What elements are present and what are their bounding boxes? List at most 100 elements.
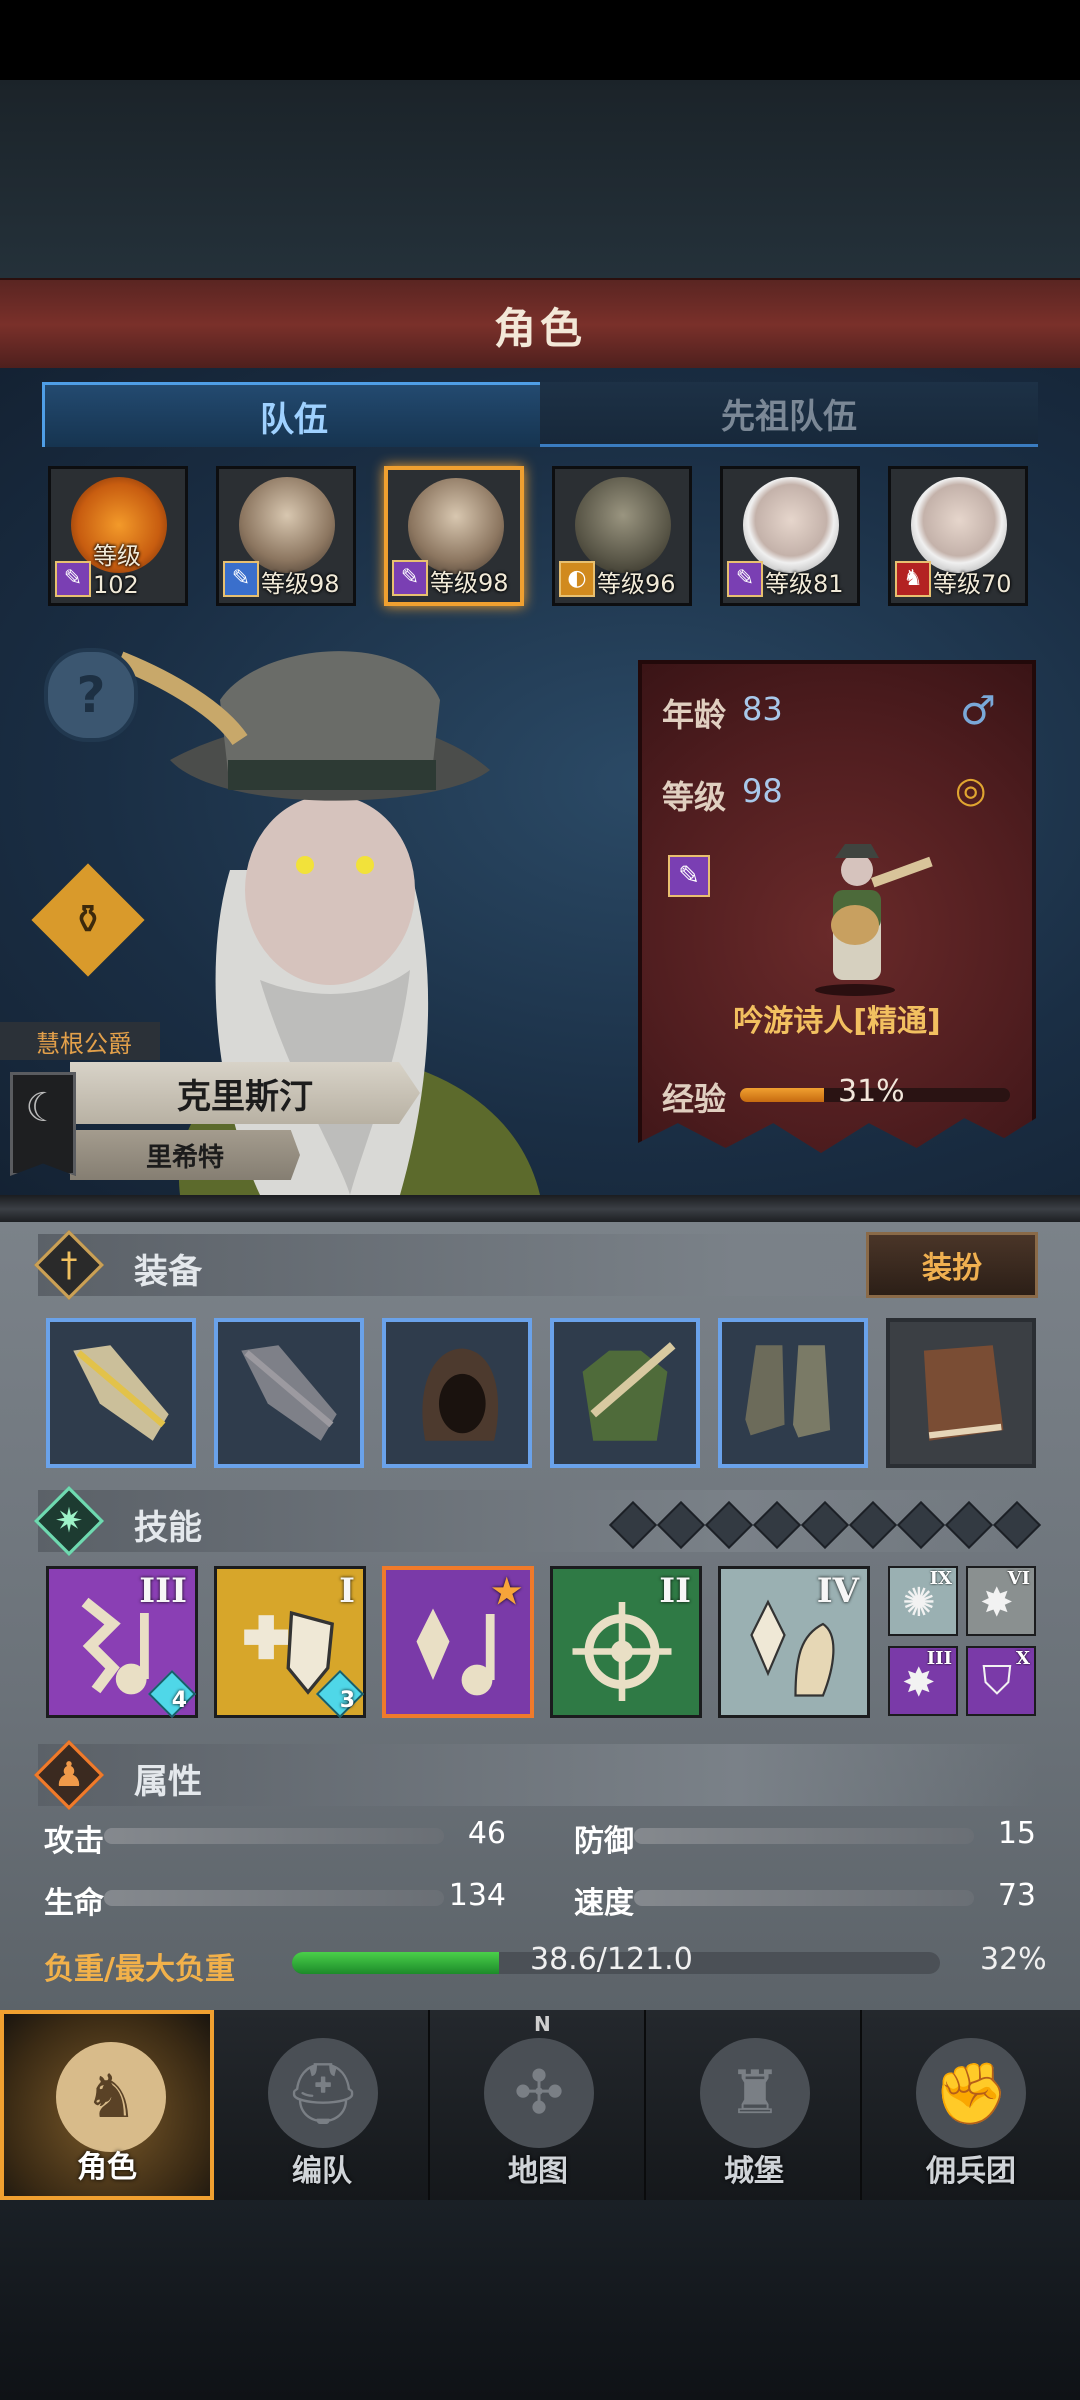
staff-icon: ✎ bbox=[55, 561, 91, 597]
title-banner: 角色 bbox=[0, 278, 1080, 374]
nav-map[interactable]: ✣ 地图 bbox=[432, 2010, 646, 2200]
stat-value: 46 bbox=[467, 1816, 506, 1851]
skill-rank: IV bbox=[816, 1571, 859, 1611]
nav-label: 佣兵团 bbox=[926, 2154, 1016, 2189]
stat-defense: 防御 15 bbox=[574, 1816, 1036, 1859]
skill-gem-count: 4 bbox=[171, 1688, 187, 1713]
hero-level: 等级81 bbox=[765, 570, 844, 598]
nav-castle[interactable]: ♜ 城堡 bbox=[648, 2010, 862, 2200]
person-icon: ♟ bbox=[53, 1755, 85, 1795]
roster-hero-1[interactable]: ✎ 等级102 bbox=[48, 466, 188, 606]
exp-label: 经验 bbox=[662, 1080, 727, 1118]
hero-level: 等级98 bbox=[261, 570, 340, 598]
beast-icon: ♞ bbox=[895, 561, 931, 597]
equip-slot-boots[interactable] bbox=[718, 1318, 868, 1468]
tunic-icon bbox=[582, 1342, 676, 1441]
gauntlet-weapon-icon bbox=[73, 1345, 169, 1441]
passive-skill-3[interactable]: ✸ III bbox=[888, 1646, 958, 1716]
skill-rank: VI bbox=[1007, 1568, 1030, 1589]
fist-icon: ✊ bbox=[916, 2038, 1026, 2148]
knight-icon: ♞ bbox=[56, 2042, 166, 2152]
sword-icon: ✎ bbox=[223, 561, 259, 597]
age-value: 83 bbox=[742, 690, 783, 728]
nav-label: 地图 bbox=[508, 2154, 568, 2189]
skill-rank: I bbox=[339, 1571, 355, 1611]
dress-button[interactable]: 装扮 bbox=[866, 1232, 1038, 1298]
level-label: 等级 bbox=[662, 778, 727, 816]
nav-character[interactable]: ♞ 角色 bbox=[0, 2010, 214, 2200]
skills-title: 技能 bbox=[134, 1508, 202, 1548]
hero-portrait bbox=[911, 477, 1007, 573]
hero-portrait bbox=[743, 477, 839, 573]
dagger-icon: † bbox=[60, 1245, 78, 1285]
equip-slot-hood[interactable] bbox=[382, 1318, 532, 1468]
potion-icon: ⚱ bbox=[71, 896, 105, 943]
skill-gem-count: 3 bbox=[339, 1688, 355, 1713]
castle-icon: ♜ bbox=[700, 2038, 810, 2148]
faction-emblem-icon: ☾ bbox=[10, 1072, 76, 1176]
status-bar bbox=[0, 0, 1080, 80]
load-bar-fill bbox=[292, 1952, 500, 1974]
stat-attack: 攻击 46 bbox=[44, 1816, 506, 1859]
roster-hero-4[interactable]: ◐ 等级96 bbox=[552, 466, 692, 606]
equip-slot-weapon-main[interactable] bbox=[46, 1318, 196, 1468]
skill-rank: III bbox=[139, 1571, 187, 1611]
skill-slot-3[interactable]: ★ bbox=[382, 1566, 534, 1718]
nav-label: 城堡 bbox=[724, 2154, 784, 2189]
attributes-title: 属性 bbox=[134, 1762, 202, 1802]
character-title: 慧根公爵 bbox=[0, 1022, 160, 1060]
nav-mercenary[interactable]: ✊ 佣兵团 bbox=[864, 2010, 1078, 2200]
exp-percent: 31% bbox=[838, 1074, 905, 1109]
skill-slot-1[interactable]: III 4 bbox=[46, 1566, 198, 1719]
passive-skill-4[interactable]: ⛉ X bbox=[966, 1646, 1036, 1716]
equip-slot-armor[interactable] bbox=[550, 1318, 700, 1468]
passive-skill-1[interactable]: ✺ IX bbox=[888, 1566, 958, 1636]
male-icon: ♂ bbox=[960, 688, 996, 734]
skill-slot-5[interactable]: IV bbox=[718, 1566, 870, 1718]
stat-value: 134 bbox=[448, 1878, 506, 1913]
stat-bar bbox=[634, 1828, 974, 1844]
boots-icon bbox=[745, 1345, 831, 1438]
roster-hero-2[interactable]: ✎ 等级98 bbox=[216, 466, 356, 606]
skill-slot-2[interactable]: I 3 bbox=[214, 1566, 366, 1719]
tab-ancestor-team[interactable]: 先祖队伍 bbox=[540, 382, 1038, 447]
skill-rank: IX bbox=[929, 1568, 952, 1589]
tab-team[interactable]: 队伍 bbox=[42, 382, 546, 447]
shield-icon: ◐ bbox=[559, 561, 595, 597]
exp-bar-fill bbox=[740, 1088, 824, 1102]
stat-bar bbox=[104, 1828, 444, 1844]
stat-label: 防御 bbox=[574, 1824, 634, 1859]
staff-icon: ✎ bbox=[727, 561, 763, 597]
gauntlet-offhand-icon bbox=[241, 1345, 337, 1441]
hero-portrait bbox=[239, 477, 335, 573]
shield-icon: ⛉ bbox=[982, 1658, 1012, 1704]
roster-hero-3[interactable]: ✎ 等级98 bbox=[384, 466, 524, 606]
skill-slot-4[interactable]: II bbox=[550, 1566, 702, 1718]
character-name[interactable]: 克里斯汀 bbox=[70, 1062, 420, 1124]
compass-north-label: N bbox=[534, 2012, 551, 2036]
equip-slot-book[interactable] bbox=[886, 1318, 1036, 1468]
staff-icon: ✎ bbox=[392, 560, 428, 596]
level-value: 98 bbox=[742, 772, 783, 810]
stat-bar bbox=[104, 1890, 444, 1906]
bard-class-figure bbox=[815, 844, 933, 996]
load-percent: 32% bbox=[980, 1942, 1047, 1977]
stat-label: 攻击 bbox=[44, 1824, 104, 1859]
stat-value: 15 bbox=[997, 1816, 1036, 1851]
class-staff-icon: ✎ bbox=[668, 855, 710, 897]
star-burst-icon: ✷ bbox=[54, 1501, 84, 1541]
nav-formation[interactable]: ⛑ 编队 bbox=[216, 2010, 430, 2200]
equip-slot-weapon-off[interactable] bbox=[214, 1318, 364, 1468]
passive-skill-2[interactable]: ✸ VI bbox=[966, 1566, 1036, 1636]
roster-hero-5[interactable]: ✎ 等级81 bbox=[720, 466, 860, 606]
help-button[interactable]: ? bbox=[44, 648, 138, 742]
stat-bar bbox=[634, 1890, 974, 1906]
roster-hero-6[interactable]: ♞ 等级70 bbox=[888, 466, 1028, 606]
hero-level: 等级96 bbox=[597, 570, 676, 598]
hero-level: 等级70 bbox=[933, 570, 1012, 598]
class-name: 吟游诗人[精通] bbox=[733, 1004, 941, 1039]
panel-divider bbox=[0, 1195, 1080, 1223]
bottom-band bbox=[0, 2200, 1080, 2400]
ring-icon[interactable]: ◎ bbox=[955, 770, 986, 811]
equipment-title: 装备 bbox=[134, 1252, 202, 1292]
